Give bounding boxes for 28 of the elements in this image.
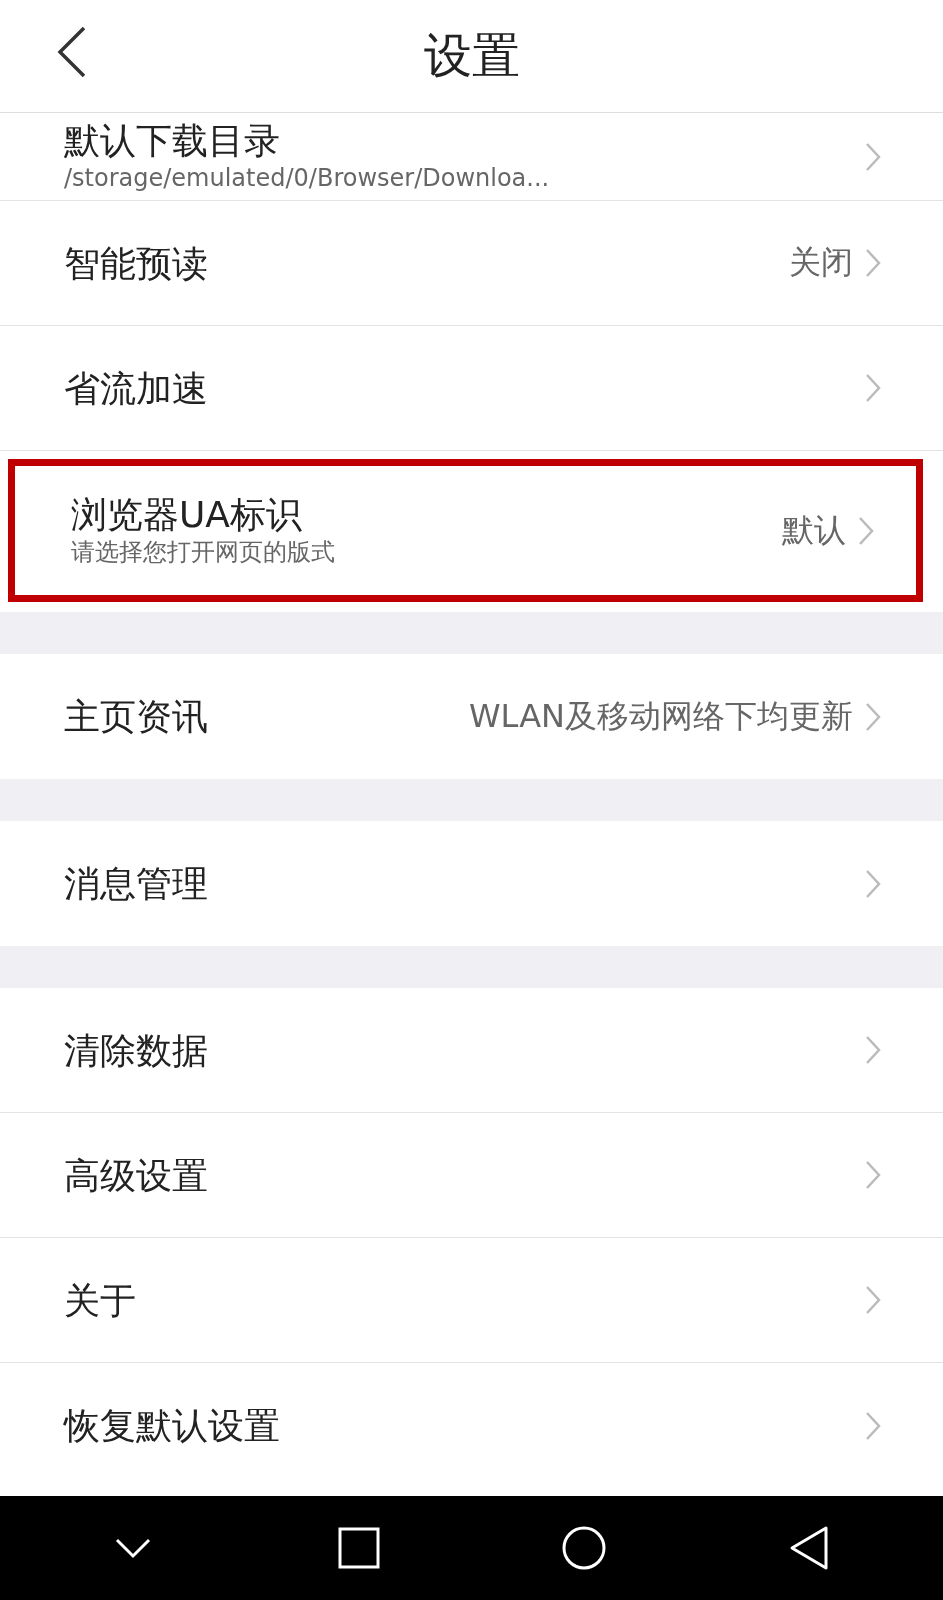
row-title: 消息管理 — [64, 862, 209, 906]
page-title: 设置 — [423, 26, 520, 85]
row-subtitle: 请选择您打开网页的版式 — [71, 537, 336, 569]
chevron-icon — [865, 1285, 881, 1315]
row-title: 恢复默认设置 — [64, 1404, 281, 1448]
chevron-icon — [865, 248, 881, 278]
settings-row[interactable]: 浏览器UA标识 请选择您打开网页的版式 默认 — [8, 459, 923, 602]
chevron-icon — [858, 515, 874, 546]
row-title: 关于 — [64, 1278, 137, 1323]
row-title: 清除数据 — [64, 1028, 209, 1073]
row-title: 省流加速 — [64, 366, 209, 411]
chevron-icon — [865, 1035, 881, 1065]
row-title: 主页资讯 — [64, 695, 209, 739]
row-value: WLAN及移动网络下均更新 — [468, 695, 853, 737]
row-value: 关闭 — [789, 242, 853, 283]
chevron-icon — [865, 868, 881, 899]
row-subtitle: /storage/emulated/0/Browser/Downloa... — [64, 163, 551, 195]
chevron-icon — [865, 141, 881, 172]
row-title: 浏览器UA标识 — [71, 493, 303, 538]
chevron-icon — [865, 373, 881, 403]
row-title: 智能预读 — [64, 241, 209, 286]
chevron-icon — [865, 1160, 881, 1190]
row-value: 默认 — [782, 509, 846, 551]
row-title: 默认下载目录 — [64, 119, 281, 164]
chevron-icon — [865, 701, 881, 732]
back-icon[interactable] — [56, 26, 88, 78]
row-title: 高级设置 — [64, 1153, 209, 1198]
chevron-icon — [865, 1410, 881, 1441]
